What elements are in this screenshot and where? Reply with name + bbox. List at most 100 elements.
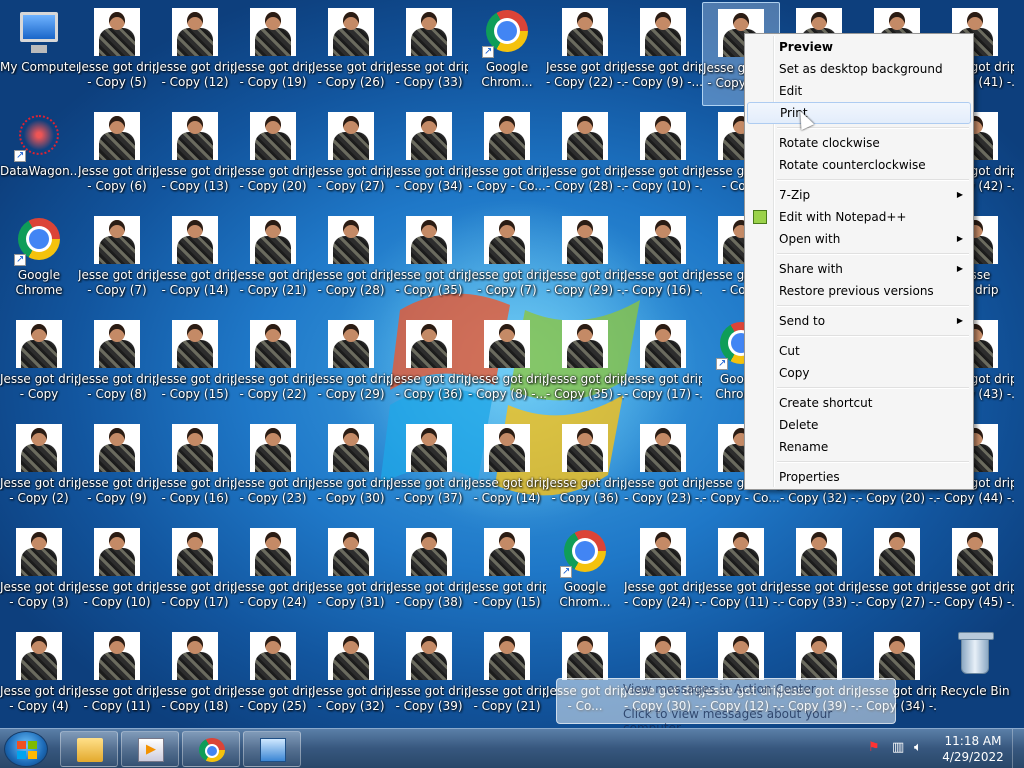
system-clock[interactable]: 11:18 AM 4/29/2022	[938, 733, 1008, 765]
desktop-icon[interactable]: Jesse got drip - Copy (33)	[390, 2, 468, 106]
desktop-icon[interactable]: Jesse got drip - Copy (15)	[468, 522, 546, 626]
desktop-icon[interactable]: Jesse got drip - Copy	[0, 314, 78, 418]
desktop-icon[interactable]: Jesse got drip - Copy (27)	[312, 106, 390, 210]
menu-item-edit[interactable]: Edit	[747, 80, 971, 102]
desktop-icon[interactable]: Jesse got drip - Copy (8) -...	[468, 314, 546, 418]
desktop-icon[interactable]: Jesse got drip - Copy (12)	[156, 2, 234, 106]
taskbar-media-player-button[interactable]	[121, 731, 179, 767]
menu-item-set-as-desktop-background[interactable]: Set as desktop background	[747, 58, 971, 80]
desktop-icon[interactable]: Jesse got drip - Copy (14)	[156, 210, 234, 314]
desktop-icon[interactable]: DataWagon...	[0, 106, 78, 210]
desktop-icon[interactable]: Jesse got drip - Copy (2)	[0, 418, 78, 522]
network-icon[interactable]: ▥	[892, 740, 904, 755]
desktop-icon[interactable]: Jesse got drip - Copy (21)	[234, 210, 312, 314]
menu-item-properties[interactable]: Properties	[747, 466, 971, 488]
action-center-notification[interactable]: View messages in Action Center Click to …	[556, 678, 896, 728]
photo-thumbnail-icon	[718, 632, 764, 680]
desktop-icon[interactable]: Jesse got drip - Copy (29)	[312, 314, 390, 418]
desktop-icon[interactable]: Jesse got drip - Copy (28) -...	[546, 106, 624, 210]
desktop-icon[interactable]: Jesse got drip - Copy (26)	[312, 2, 390, 106]
desktop-icon[interactable]: Jesse got drip - Copy (9)	[78, 418, 156, 522]
menu-item-send-to[interactable]: Send to ▶	[747, 310, 971, 332]
desktop-icon[interactable]: GoogleChrome	[0, 210, 78, 314]
desktop-icon[interactable]: Jesse got drip - Copy (23)	[234, 418, 312, 522]
desktop-icon[interactable]: Jesse got drip - Copy (19)	[234, 2, 312, 106]
desktop-icon[interactable]: Jesse got drip - Copy (23) -...	[624, 418, 702, 522]
desktop-icon[interactable]: Jesse got drip - Copy (29) -...	[546, 210, 624, 314]
desktop-icon[interactable]: Jesse got drip - Copy (13)	[156, 106, 234, 210]
desktop-icon[interactable]: Jesse got drip - Copy (10)	[78, 522, 156, 626]
desktop-icon[interactable]: Jesse got drip - Copy (45) -...	[936, 522, 1014, 626]
desktop-icon[interactable]: Jesse got drip - Copy (15)	[156, 314, 234, 418]
desktop-icon[interactable]: Jesse got drip - Copy (27) -...	[858, 522, 936, 626]
action-center-flag-icon[interactable]: ⚑	[868, 740, 880, 755]
desktop-icon[interactable]: Jesse got drip - Copy (32)	[312, 626, 390, 728]
desktop[interactable]: My ComputerDataWagon...GoogleChromeJesse…	[0, 0, 1024, 728]
desktop-icon[interactable]: Jesse got drip - Copy (36)	[546, 418, 624, 522]
desktop-icon[interactable]: Jesse got drip - Copy (17) -...	[624, 314, 702, 418]
taskbar-network-app-button[interactable]	[243, 731, 301, 767]
menu-item-copy[interactable]: Copy	[747, 362, 971, 384]
taskbar-chrome-button[interactable]	[182, 731, 240, 767]
desktop-icon[interactable]: Jesse got drip - Copy (31)	[312, 522, 390, 626]
desktop-icon[interactable]: Jesse got drip - Copy (35)	[390, 210, 468, 314]
desktop-icon[interactable]: Jesse got drip - Copy (22) -...	[546, 2, 624, 106]
desktop-icon[interactable]: Jesse got drip - Copy (22)	[234, 314, 312, 418]
desktop-icon[interactable]: Jesse got drip - Copy (24) -...	[624, 522, 702, 626]
menu-item-edit-with-notepad[interactable]: Edit with Notepad++	[747, 206, 971, 228]
photo-thumbnail-icon	[250, 528, 296, 576]
menu-item-print[interactable]: Print	[747, 102, 971, 124]
desktop-icon[interactable]: Jesse got drip - Copy (17)	[156, 522, 234, 626]
desktop-icon-label-line2: - Copy (20) -...	[858, 491, 936, 505]
volume-icon[interactable]: 🔈︎	[914, 740, 922, 755]
menu-item-restore-previous-versions[interactable]: Restore previous versions	[747, 280, 971, 302]
desktop-icon[interactable]: Jesse got drip - Copy (25)	[234, 626, 312, 728]
desktop-icon[interactable]: Jesse got drip - Copy (6)	[78, 106, 156, 210]
desktop-icon[interactable]: Jesse got drip - Copy (16) -...	[624, 210, 702, 314]
desktop-icon[interactable]: Jesse got drip - Copy (7)	[468, 210, 546, 314]
menu-item-create-shortcut[interactable]: Create shortcut	[747, 392, 971, 414]
desktop-icon[interactable]: Jesse got drip - Copy (7)	[78, 210, 156, 314]
desktop-icon[interactable]: Jesse got drip - Copy (38)	[390, 522, 468, 626]
desktop-icon[interactable]: GoogleChrom...	[546, 522, 624, 626]
desktop-icon[interactable]: Jesse got drip - Copy (34)	[390, 106, 468, 210]
desktop-icon[interactable]: Jesse got drip - Copy (18)	[156, 626, 234, 728]
menu-item-delete[interactable]: Delete	[747, 414, 971, 436]
desktop-icon-label-line2: - Copy (11)	[83, 699, 151, 713]
desktop-icon[interactable]: Jesse got drip - Copy (39)	[390, 626, 468, 728]
desktop-icon[interactable]: Jesse got drip - Copy (11)	[78, 626, 156, 728]
start-button[interactable]	[4, 731, 48, 767]
desktop-icon[interactable]: Jesse got drip - Copy (8)	[78, 314, 156, 418]
menu-item-cut[interactable]: Cut	[747, 340, 971, 362]
desktop-icon[interactable]: Jesse got drip - Copy (10) -...	[624, 106, 702, 210]
menu-item-rotate-clockwise[interactable]: Rotate clockwise	[747, 132, 971, 154]
show-desktop-button[interactable]	[1012, 729, 1024, 768]
desktop-icon[interactable]: Jesse got drip - Copy (30)	[312, 418, 390, 522]
desktop-icon[interactable]: Jesse got drip - Copy (36)	[390, 314, 468, 418]
desktop-icon[interactable]: Jesse got drip - Copy (9) -...	[624, 2, 702, 106]
desktop-icon[interactable]: Recycle Bin	[936, 626, 1014, 728]
desktop-icon[interactable]: Jesse got drip - Copy (28)	[312, 210, 390, 314]
desktop-icon[interactable]: My Computer	[0, 2, 78, 106]
desktop-icon[interactable]: Jesse got drip - Copy (11) -...	[702, 522, 780, 626]
desktop-icon[interactable]: Jesse got drip - Copy (14)	[468, 418, 546, 522]
desktop-icon[interactable]: Jesse got drip - Copy (35) -...	[546, 314, 624, 418]
menu-item-share-with[interactable]: Share with ▶	[747, 258, 971, 280]
desktop-icon[interactable]: Jesse got drip - Copy (20)	[234, 106, 312, 210]
desktop-icon[interactable]: Jesse got drip - Copy - Co...	[468, 106, 546, 210]
desktop-icon[interactable]: Jesse got drip - Copy (21)	[468, 626, 546, 728]
menu-item-preview[interactable]: Preview	[747, 36, 971, 58]
desktop-icon[interactable]: Jesse got drip - Copy (5)	[78, 2, 156, 106]
desktop-icon[interactable]: Jesse got drip - Copy (4)	[0, 626, 78, 728]
desktop-icon[interactable]: Jesse got drip - Copy (37)	[390, 418, 468, 522]
menu-item-rotate-counterclockwise[interactable]: Rotate counterclockwise	[747, 154, 971, 176]
desktop-icon[interactable]: GoogleChrom...	[468, 2, 546, 106]
desktop-icon[interactable]: Jesse got drip - Copy (3)	[0, 522, 78, 626]
desktop-icon[interactable]: Jesse got drip - Copy (33) -...	[780, 522, 858, 626]
desktop-icon[interactable]: Jesse got drip - Copy (24)	[234, 522, 312, 626]
menu-item-7-zip[interactable]: 7-Zip ▶	[747, 184, 971, 206]
taskbar-explorer-button[interactable]	[60, 731, 118, 767]
menu-item-open-with[interactable]: Open with ▶	[747, 228, 971, 250]
desktop-icon[interactable]: Jesse got drip - Copy (16)	[156, 418, 234, 522]
menu-item-rename[interactable]: Rename	[747, 436, 971, 458]
